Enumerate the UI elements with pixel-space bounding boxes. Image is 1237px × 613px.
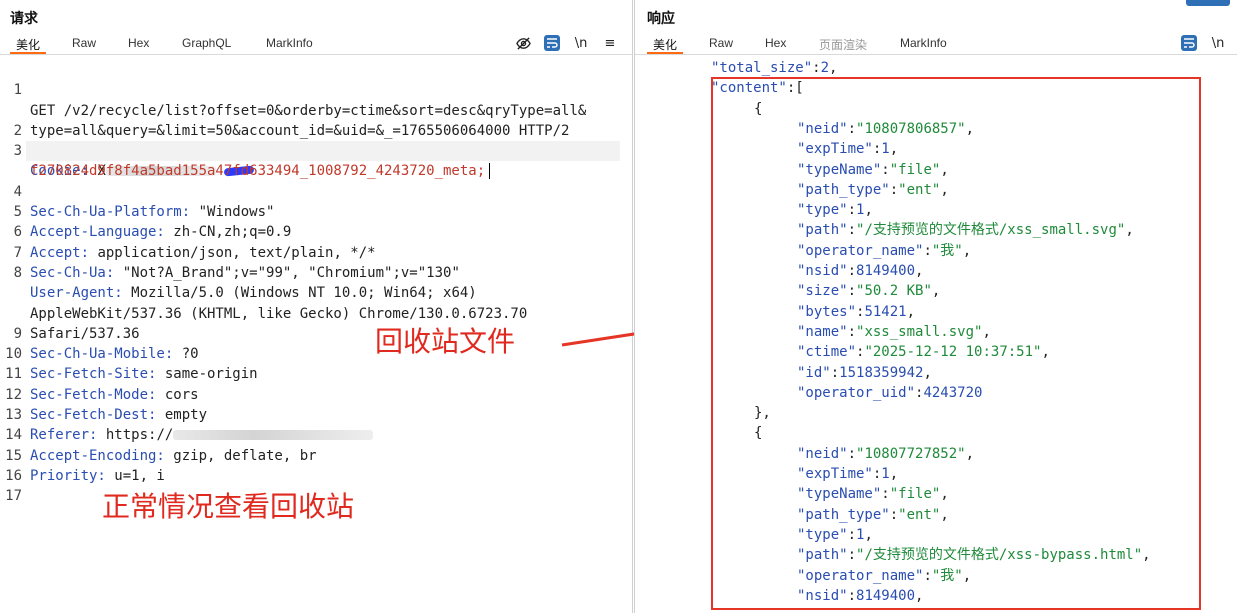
request-tabs: 美化 Raw Hex GraphQL MarkInfo \n ≡: [0, 34, 632, 55]
annotation-recycle-files: 回收站文件: [375, 325, 516, 358]
request-line: AppleWebKit/537.36 (KHTML, like Gecko) C…: [30, 305, 528, 322]
highlight-box: [711, 77, 1201, 610]
response-tab-render[interactable]: 页面渲染: [819, 36, 867, 53]
request-pane: 请求 美化 Raw Hex GraphQL MarkInfo \n ≡ 1 GE…: [0, 0, 633, 613]
response-title: 响应: [647, 10, 675, 26]
request-tab-raw[interactable]: Raw: [72, 36, 96, 50]
request-line: 13 Referer: https://: [0, 385, 632, 443]
response-tab-raw[interactable]: Raw: [709, 36, 733, 50]
request-line: 17: [5, 488, 22, 505]
newline-icon[interactable]: \n: [572, 34, 590, 52]
request-line: 16: [5, 467, 22, 484]
response-tabs: 美化 Raw Hex 页面渲染 MarkInfo \n: [635, 34, 1237, 55]
eye-off-icon[interactable]: [514, 34, 532, 52]
wrap-icon[interactable]: [544, 35, 560, 51]
request-line: Safari/537.36: [30, 325, 140, 342]
response-line: "total_size":2,: [711, 60, 838, 76]
request-line: 3 Cookie: X: [0, 121, 632, 179]
request-line: 14 Accept-Encoding: gzip, deflate, br: [5, 427, 317, 464]
newline-icon[interactable]: \n: [1209, 34, 1227, 52]
response-tab-markinfo[interactable]: MarkInfo: [900, 36, 947, 50]
request-tab-graphql[interactable]: GraphQL: [182, 36, 231, 50]
request-line: 1 GET /v2/recycle/list?offset=0&orderby=…: [0, 60, 632, 118]
request-line: 10 Sec-Fetch-Site: same-origin: [5, 346, 258, 383]
request-line: type=all&query=&limit=50&account_id=&uid…: [30, 122, 570, 139]
request-editor[interactable]: 1 GET /v2/recycle/list?offset=0&orderby=…: [0, 60, 632, 613]
request-tab-hex[interactable]: Hex: [128, 36, 149, 50]
request-line: 9 Sec-Ch-Ua-Mobile: ?0: [13, 325, 199, 363]
request-line: 12 Sec-Fetch-Dest: empty: [5, 386, 208, 424]
request-tab-markinfo[interactable]: MarkInfo: [266, 36, 313, 50]
menu-icon[interactable]: ≡: [601, 34, 619, 52]
request-line: 7 Sec-Ch-Ua: "Not?A_Brand";v="99", "Chro…: [13, 244, 460, 281]
response-tab-hex[interactable]: Hex: [765, 36, 786, 50]
wrap-icon[interactable]: [1181, 35, 1197, 51]
request-line: 4 Sec-Ch-Ua-Platform: "Windows": [13, 183, 275, 221]
request-title: 请求: [10, 10, 38, 26]
request-line: 11 Sec-Fetch-Mode: cors: [5, 366, 199, 403]
request-line: 5 Accept-Language: zh-CN,zh;q=0.9: [13, 204, 292, 241]
request-tab-pretty[interactable]: 美化: [9, 36, 47, 54]
request-line: 15 Priority: u=1, i: [5, 447, 165, 484]
request-line: 2 Host: c: [0, 101, 632, 159]
annotation-normal-recycle: 正常情况查看回收站: [102, 490, 355, 523]
request-line: 6 Accept: application/json, text/plain, …: [13, 224, 376, 261]
window-badge: [1186, 0, 1230, 6]
request-line-highlighted: f270824d9f8f4a5bad155a47fd633494_1008792…: [26, 141, 620, 180]
request-line: 8 User-Agent: Mozilla/5.0 (Windows NT 10…: [13, 264, 477, 302]
response-tab-pretty[interactable]: 美化: [646, 36, 684, 54]
